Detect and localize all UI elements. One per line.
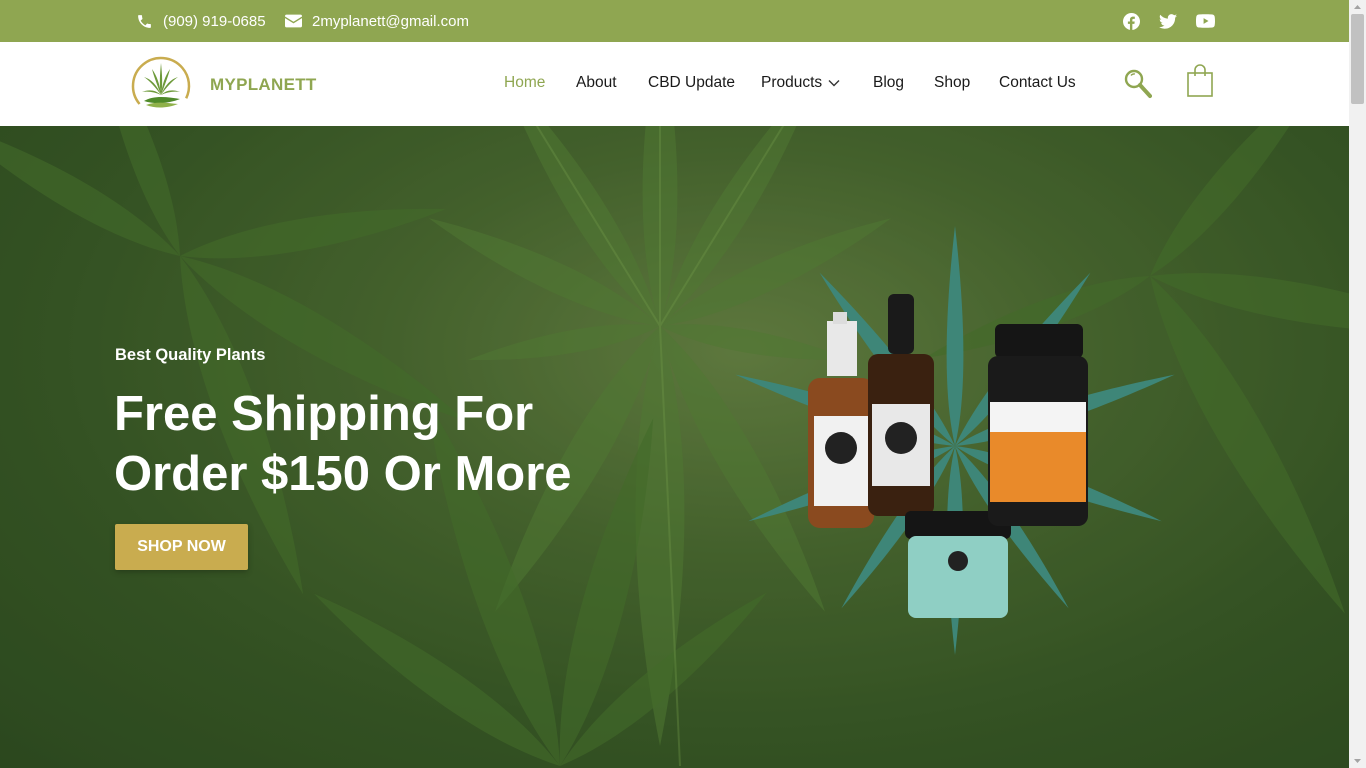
scrollbar-thumb[interactable] [1351, 14, 1364, 104]
brand-name[interactable]: MYPLANETT [210, 75, 317, 95]
search-icon[interactable] [1124, 69, 1152, 99]
hemp-products-image [735, 226, 1175, 655]
email-address: 2myplanett@gmail.com [312, 12, 469, 30]
email-contact[interactable]: 2myplanett@gmail.com [285, 0, 469, 42]
hero-title: Free Shipping For Order $150 Or More [114, 387, 572, 501]
page-scrollbar[interactable] [1349, 0, 1366, 768]
site-header: MYPLANETT Home About CBD Update Products… [0, 42, 1349, 126]
nav-blog[interactable]: Blog [873, 74, 904, 92]
scroll-down-arrow-icon[interactable] [1353, 756, 1362, 765]
youtube-icon[interactable] [1195, 11, 1215, 31]
shopping-bag-icon[interactable] [1186, 64, 1214, 98]
nav-home[interactable]: Home [504, 74, 545, 92]
facebook-icon[interactable] [1121, 11, 1141, 31]
chevron-down-icon [828, 80, 840, 87]
hero-subtitle: Best Quality Plants [115, 346, 266, 364]
logo-icon[interactable] [130, 55, 192, 117]
shop-now-button[interactable]: SHOP NOW [115, 524, 248, 570]
phone-contact[interactable]: (909) 919-0685 [136, 0, 266, 42]
top-bar: (909) 919-0685 2myplanett@gmail.com [0, 0, 1349, 42]
nav-shop[interactable]: Shop [934, 74, 970, 92]
scroll-up-arrow-icon[interactable] [1353, 3, 1362, 12]
nav-cbd-update[interactable]: CBD Update [648, 74, 735, 92]
nav-products[interactable]: Products [761, 74, 840, 92]
nav-products-label: Products [761, 74, 823, 91]
nav-contact-us[interactable]: Contact Us [999, 74, 1076, 92]
phone-number: (909) 919-0685 [163, 12, 266, 30]
twitter-icon[interactable] [1158, 11, 1178, 31]
hero-banner: Best Quality Plants Free Shipping For Or… [0, 126, 1349, 768]
phone-icon [138, 14, 151, 28]
nav-about[interactable]: About [576, 74, 617, 92]
envelope-icon [285, 14, 302, 28]
